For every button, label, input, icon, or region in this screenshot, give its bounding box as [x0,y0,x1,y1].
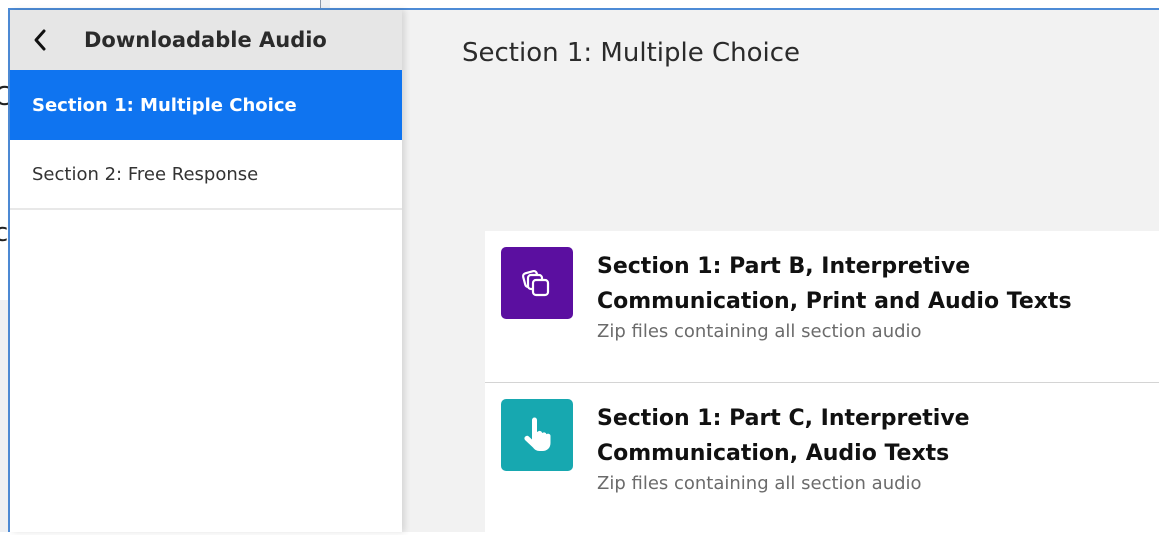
audio-download-card[interactable]: Section 1: Part B, Interpretive Communic… [485,231,1159,383]
back-button[interactable] [26,26,54,54]
chevron-left-icon [34,29,46,51]
sidebar-item-label: Section 1: Multiple Choice [32,94,297,116]
card-subtitle: Zip files containing all section audio [597,321,922,342]
card-title: Section 1: Part C, Interpretive Communic… [597,406,970,466]
card-title: Section 1: Part B, Interpretive Communic… [597,254,1072,314]
sidebar-title: Downloadable Audio [84,28,327,52]
pointing-hand-icon [524,417,551,451]
sidebar-item-section-1[interactable]: Section 1: Multiple Choice [10,70,402,140]
downloadable-audio-dialog: Downloadable Audio Section 1: Multiple C… [8,8,1159,535]
sidebar-header: Downloadable Audio [10,10,402,70]
page-title: Section 1: Multiple Choice [462,38,801,68]
card-subtitle: Zip files containing all section audio [597,473,922,494]
sidebar-item-label: Section 2: Free Response [32,163,259,185]
audio-download-card[interactable]: Section 1: Part C, Interpretive Communic… [485,383,1159,535]
sidebar-item-section-2[interactable]: Section 2: Free Response [10,140,402,210]
card-text: Section 1: Part B, Interpretive Communic… [597,249,1157,342]
stacked-cards-icon [522,270,550,297]
card-icon-tile [501,247,573,319]
sidebar: Downloadable Audio Section 1: Multiple C… [10,10,402,532]
card-icon-tile [501,399,573,471]
card-text: Section 1: Part C, Interpretive Communic… [597,401,1157,494]
main-content: Section 1: Multiple Choice Section 1: Pa… [402,10,1159,535]
